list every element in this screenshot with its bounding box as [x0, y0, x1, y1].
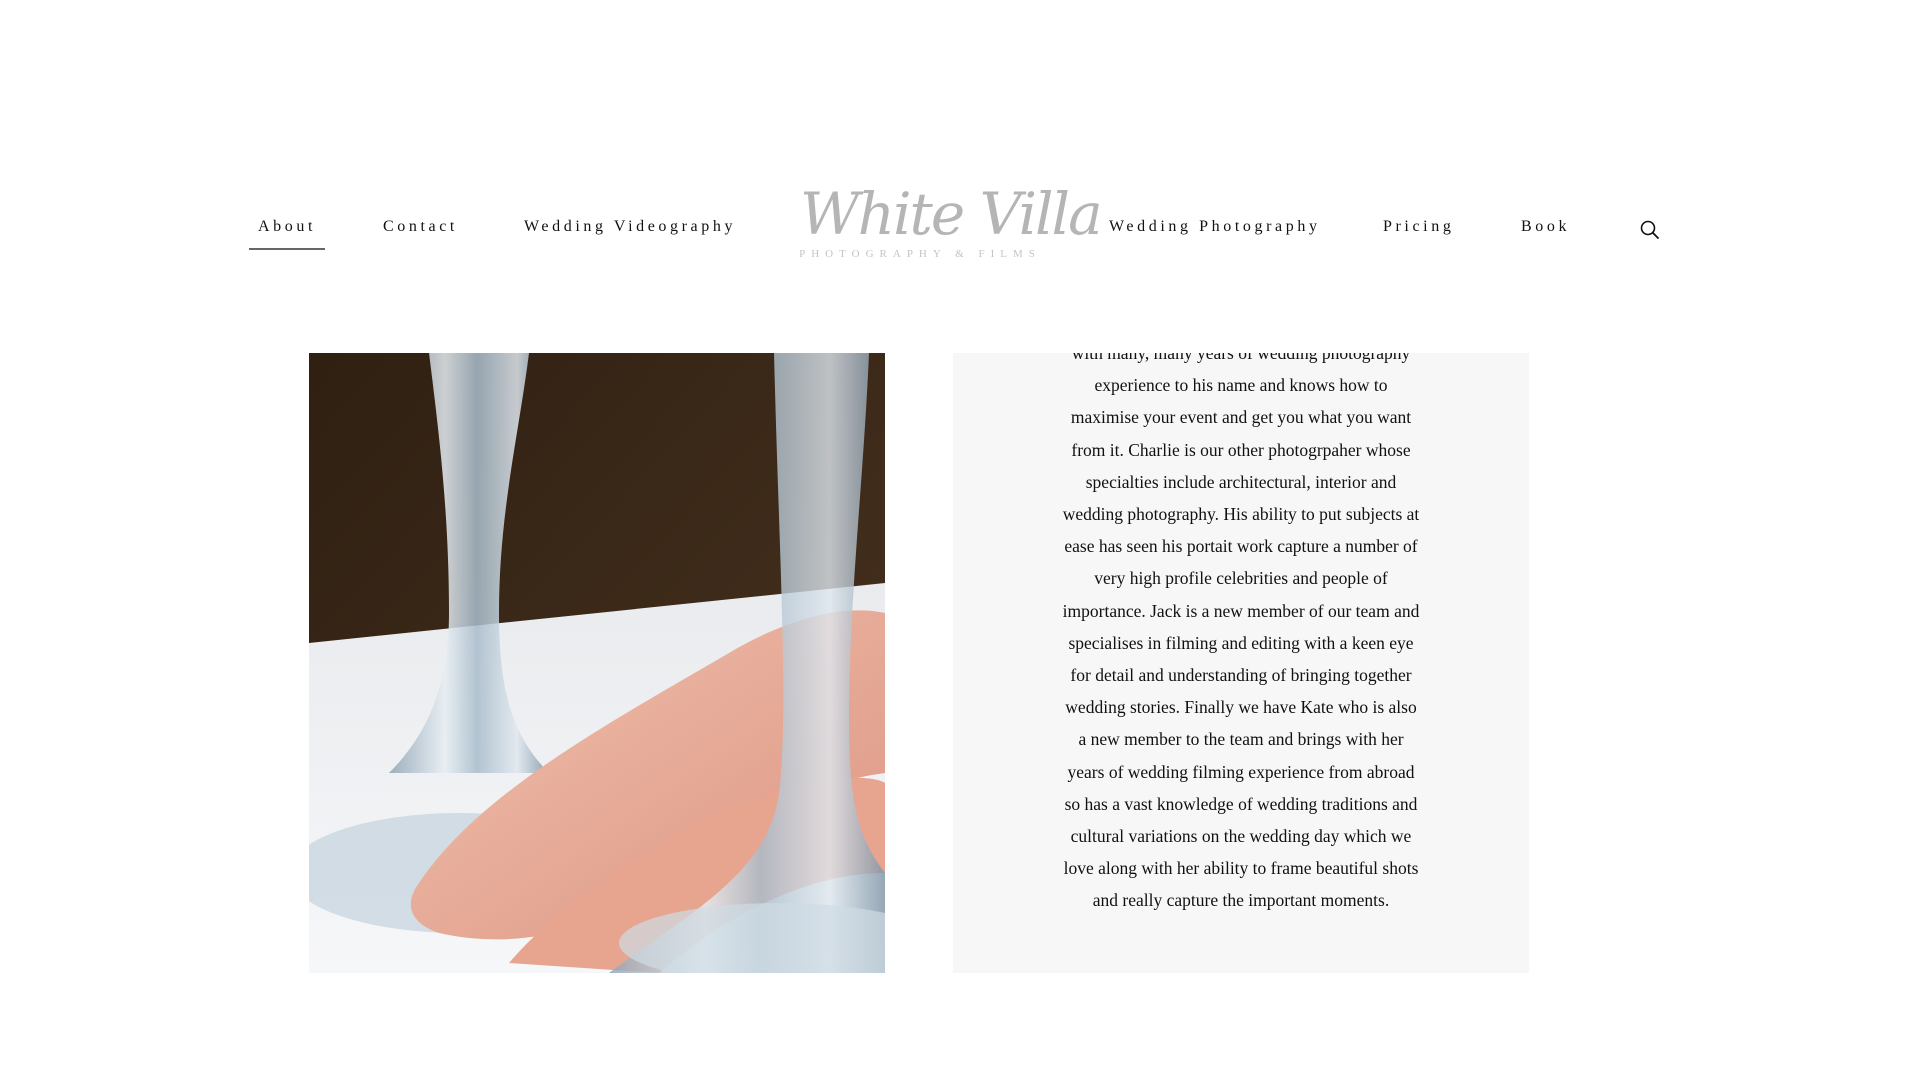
about-text-line: wedding photography. His ability to put … — [1062, 504, 1420, 525]
about-text-line: with many, many years of wedding photogr… — [1071, 353, 1411, 363]
about-photo — [309, 353, 885, 973]
site-header: About Contact Wedding Videography White … — [0, 0, 1920, 300]
logo[interactable]: White Villa PHOTOGRAPHY & FILMS — [795, 180, 1103, 270]
nav-contact[interactable]: Contact — [383, 218, 458, 242]
about-text-line: and really capture the important moments… — [1092, 890, 1390, 911]
about-text-line: very high profile celebrities and people… — [1094, 568, 1388, 589]
about-text-line: specialties include architectural, inter… — [1085, 471, 1397, 492]
nav-pricing[interactable]: Pricing — [1383, 218, 1454, 242]
nav-wedding-videography[interactable]: Wedding Videography — [524, 218, 736, 242]
about-text-line: maximise your event and get you what you… — [1070, 407, 1412, 428]
nav-about[interactable]: About — [249, 218, 325, 250]
about-text-line: years of wedding filming experience from… — [1067, 761, 1415, 782]
nav-book[interactable]: Book — [1521, 218, 1570, 242]
about-text-line: specialises in filming and editing with … — [1068, 632, 1414, 653]
about-text-line: importance. Jack is a new member of our … — [1062, 600, 1420, 621]
logo-tagline: PHOTOGRAPHY & FILMS — [799, 248, 1041, 260]
nav-wedding-photography[interactable]: Wedding Photography — [1109, 218, 1321, 242]
about-text-line: experience to his name and knows how to — [1094, 375, 1388, 396]
about-text-line: ease has seen his portait work capture a… — [1064, 536, 1418, 557]
about-text-line: cultural variations on the wedding day w… — [1070, 826, 1412, 847]
about-text-line: so has a vast knowledge of wedding tradi… — [1064, 793, 1418, 814]
search-icon[interactable] — [1638, 218, 1662, 242]
about-text-line: for detail and understanding of bringing… — [1070, 665, 1412, 686]
about-text-line: love along with her ability to frame bea… — [1063, 858, 1419, 879]
about-text-line: wedding stories. Finally we have Kate wh… — [1065, 697, 1417, 718]
about-text-line: a new member to the team and brings with… — [1078, 729, 1404, 750]
about-text: with many, many years of wedding photogr… — [953, 353, 1529, 917]
about-text-line: from it. Charlie is our other photogrpah… — [1071, 439, 1411, 460]
about-text-panel: with many, many years of wedding photogr… — [953, 353, 1529, 973]
logo-wordmark: White Villa — [800, 180, 1103, 248]
